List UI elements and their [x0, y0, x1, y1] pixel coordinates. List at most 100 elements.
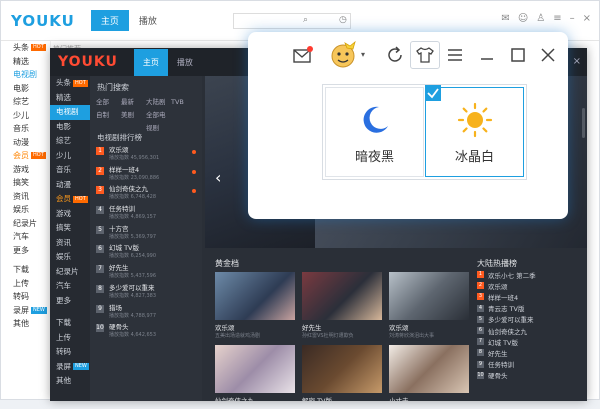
main-tab-live[interactable]: 播放: [168, 49, 202, 76]
main-sidebar-item[interactable]: 搞笑: [50, 221, 90, 236]
mainland-row[interactable]: 10 硬骨头: [472, 370, 587, 381]
main-sidebar-item[interactable]: 头条 HOT: [50, 76, 90, 91]
hot-tag[interactable]: 美剧: [121, 109, 146, 122]
main-sidebar-item[interactable]: 娱乐: [50, 250, 90, 265]
thumb-image[interactable]: [389, 345, 469, 393]
hot-tag[interactable]: 大陆剧: [146, 96, 171, 109]
thumb-image[interactable]: [389, 272, 469, 320]
ranking-row[interactable]: 4 任务特训 播放指数 4,869,157: [90, 204, 202, 224]
thumb-card[interactable]: 欢乐颂 刘涛蒋欣演泪出大事: [389, 272, 469, 339]
back-sidebar-item[interactable]: 音乐: [1, 122, 50, 136]
main-sidebar-item[interactable]: 动漫: [50, 178, 90, 193]
avatar-icon[interactable]: [328, 40, 358, 70]
skin-button[interactable]: [410, 41, 440, 69]
back-sidebar-item[interactable]: 电视剧: [1, 68, 50, 82]
main-sidebar-item[interactable]: 综艺: [50, 134, 90, 149]
skin-option-dark[interactable]: 暗夜黑: [325, 87, 424, 177]
back-sidebar-item[interactable]: 电影: [1, 82, 50, 96]
mail-icon[interactable]: ✉: [501, 13, 509, 24]
minimize-icon[interactable]: [478, 46, 496, 64]
back-sidebar-item[interactable]: 动漫: [1, 136, 50, 150]
main-sidebar-item[interactable]: 转码: [50, 345, 90, 360]
back-sidebar-item[interactable]: 娱乐: [1, 203, 50, 217]
main-close-icon[interactable]: ×: [573, 56, 581, 67]
back-sidebar-item[interactable]: 搞笑: [1, 176, 50, 190]
back-sidebar-item[interactable]: 少儿: [1, 109, 50, 123]
back-sidebar-item[interactable]: 更多: [1, 244, 50, 258]
maximize-icon[interactable]: [509, 46, 527, 64]
back-sidebar-item[interactable]: 其他: [1, 317, 50, 331]
ranking-row[interactable]: 8 多少爱可以重来 播放指数 4,827,383: [90, 283, 202, 303]
back-sidebar-item[interactable]: 综艺: [1, 95, 50, 109]
mainland-row[interactable]: 6 仙剑奇侠之九: [472, 325, 587, 336]
hot-tag[interactable]: 全部: [96, 96, 121, 109]
thumb-card[interactable]: 仙剑奇侠之九仙剑五当你: [215, 345, 295, 401]
back-sidebar-item[interactable]: 上传: [1, 277, 50, 291]
close-icon[interactable]: [539, 46, 557, 64]
main-sidebar-item[interactable]: 汽车: [50, 279, 90, 294]
main-sidebar-item[interactable]: 更多: [50, 294, 90, 309]
ranking-row[interactable]: 10 硬骨头 播放指数 4,642,653: [90, 322, 202, 342]
back-sidebar-item[interactable]: 会员 HOT: [1, 149, 50, 163]
clock-icon[interactable]: ◷: [339, 15, 347, 25]
mainland-row[interactable]: 2 欢乐颂: [472, 280, 587, 291]
back-sidebar-item[interactable]: 头条 HOT: [1, 41, 50, 55]
mainland-row[interactable]: 4 青云志 TV版: [472, 303, 587, 314]
menu-icon[interactable]: [446, 46, 464, 64]
main-sidebar-item[interactable]: 精选: [50, 91, 90, 106]
mainland-row[interactable]: 7 幻城 TV版: [472, 336, 587, 347]
back-tab-home[interactable]: 主页: [90, 10, 129, 31]
mainland-row[interactable]: 8 好先生: [472, 347, 587, 358]
main-sidebar-item[interactable]: 资讯: [50, 236, 90, 251]
mainland-row[interactable]: 9 任务特训: [472, 359, 587, 370]
back-sidebar-item[interactable]: 精选: [1, 55, 50, 69]
ranking-row[interactable]: 9 猎场 播放指数 4,788,977: [90, 303, 202, 323]
mainland-row[interactable]: 5 多少爱可以重来: [472, 314, 587, 325]
thumb-card[interactable]: 解密 TV版天才密码破解: [302, 345, 382, 401]
minimize-icon[interactable]: –: [570, 13, 575, 24]
thumb-card[interactable]: 欢乐颂 五美出场造就鸡汤剧: [215, 272, 295, 339]
hot-tag[interactable]: TVB: [171, 96, 196, 109]
back-sidebar-item[interactable]: 游戏: [1, 163, 50, 177]
chevron-down-icon[interactable]: ▾: [361, 50, 365, 59]
close-icon[interactable]: ×: [583, 13, 591, 24]
ranking-row[interactable]: 2 样样一班4 播放指数 23,090,886: [90, 165, 202, 185]
back-sidebar-item[interactable]: 录屏 NEW: [1, 304, 50, 318]
main-sidebar-item[interactable]: 少儿: [50, 149, 90, 164]
hot-tag[interactable]: 全部电视剧: [146, 109, 171, 132]
ranking-row[interactable]: 5 十方宫 播放指数 5,369,797: [90, 224, 202, 244]
main-sidebar-item[interactable]: 会员 HOT: [50, 192, 90, 207]
main-sidebar-item[interactable]: 游戏: [50, 207, 90, 222]
hot-tag[interactable]: 自制: [96, 109, 121, 122]
back-search-input[interactable]: [233, 13, 351, 29]
back-sidebar-item[interactable]: 纪录片: [1, 217, 50, 231]
scrollbar[interactable]: [582, 108, 585, 138]
main-tab-home[interactable]: 主页: [133, 48, 168, 76]
banner-prev-icon[interactable]: ‹: [215, 168, 221, 187]
search-icon[interactable]: ⌕: [303, 15, 308, 25]
back-tab-live[interactable]: 播放: [129, 10, 167, 31]
ranking-row[interactable]: 3 仙剑奇侠之九 播放指数 6,748,428: [90, 184, 202, 204]
main-sidebar-item[interactable]: 录屏 NEW: [50, 360, 90, 375]
back-sidebar-item[interactable]: 资讯: [1, 190, 50, 204]
thumb-image[interactable]: [302, 272, 382, 320]
main-sidebar-item[interactable]: 其他: [50, 374, 90, 389]
mainland-row[interactable]: 1 欢乐小七 第二季: [472, 269, 587, 280]
thumb-card[interactable]: 好先生 孙红雷VS杜明灯遭欺负: [302, 272, 382, 339]
thumb-image[interactable]: [215, 345, 295, 393]
back-sidebar-item[interactable]: 转码: [1, 290, 50, 304]
ranking-row[interactable]: 7 好先生 播放指数 5,437,596: [90, 263, 202, 283]
back-sidebar-item[interactable]: 下载: [1, 263, 50, 277]
main-sidebar-item[interactable]: 电影: [50, 120, 90, 135]
back-sidebar-item[interactable]: 汽车: [1, 230, 50, 244]
hot-tag[interactable]: 最新: [121, 96, 146, 109]
ranking-row[interactable]: 1 欢乐颂 播放指数 45,956,301: [90, 145, 202, 165]
thumb-image[interactable]: [302, 345, 382, 393]
menu-icon[interactable]: ≡: [553, 13, 561, 24]
main-sidebar-item[interactable]: 电视剧: [50, 105, 90, 120]
main-sidebar-item[interactable]: 下载: [50, 316, 90, 331]
main-sidebar-item[interactable]: 上传: [50, 331, 90, 346]
shirt-icon[interactable]: ♙: [536, 13, 545, 24]
ranking-row[interactable]: 6 幻城 TV版 播放指数 6,254,990: [90, 243, 202, 263]
thumb-card[interactable]: 小丈夫成熟男人的婚姻观: [389, 345, 469, 401]
